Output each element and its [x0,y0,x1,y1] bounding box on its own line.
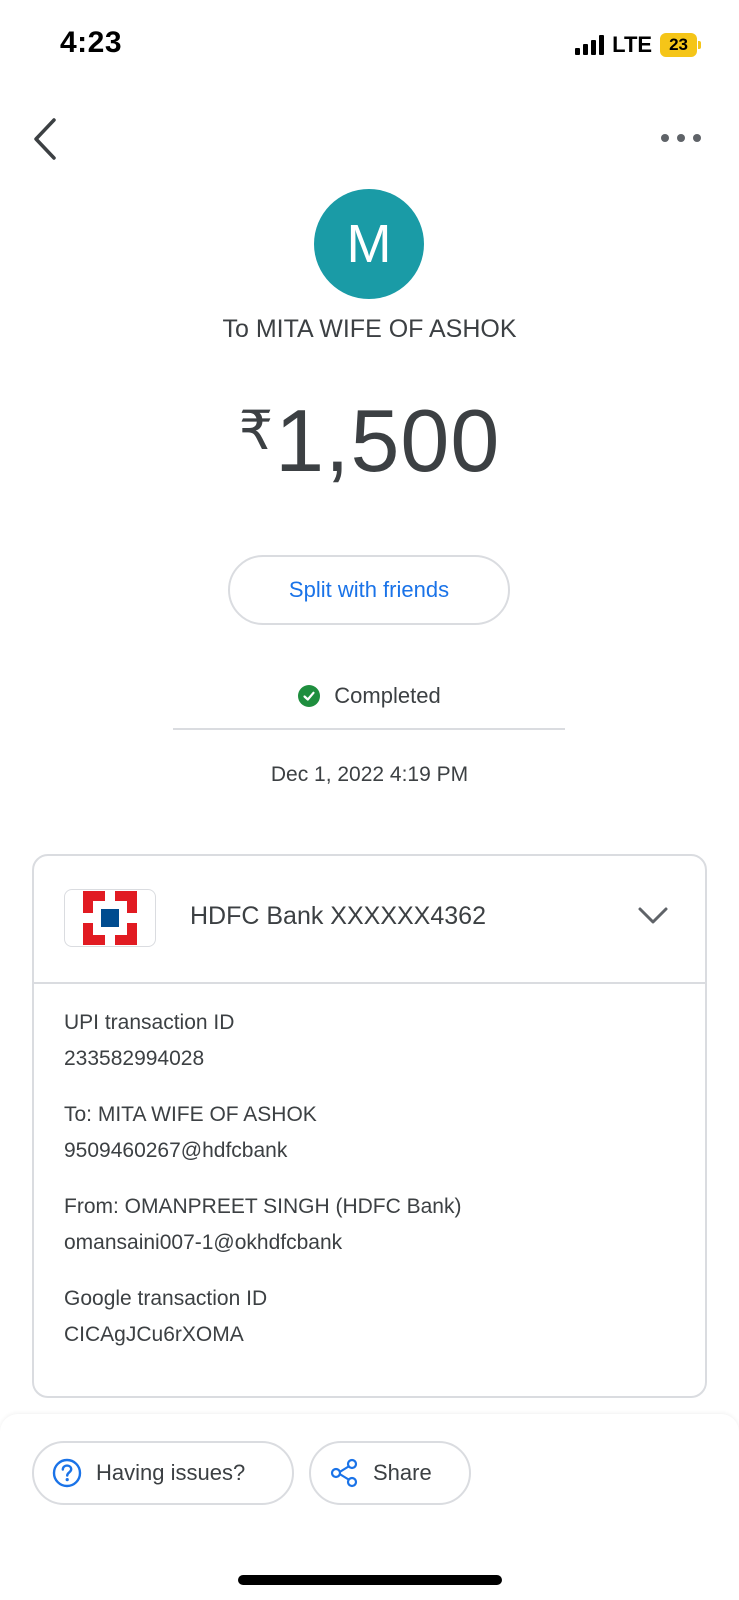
more-horiz-icon [661,134,669,142]
detail-google-id: Google transaction ID CICAgJCu6rXOMA [64,1282,461,1354]
network-type: LTE [612,32,653,57]
hdfc-logo-icon [64,889,156,947]
share-button[interactable]: Share [309,1441,471,1505]
battery-icon: 23 [660,33,701,57]
amount-value: 1,500 [275,391,501,490]
bank-account-row[interactable]: HDFC Bank XXXXXX4362 [34,856,705,984]
more-options-button[interactable] [661,128,701,148]
payment-status: Completed [0,683,739,709]
avatar: M [314,189,424,299]
detail-to: To: MITA WIFE OF ASHOK 9509460267@hdfcba… [64,1098,461,1170]
chevron-down-icon[interactable] [637,906,669,926]
detail-from: From: OMANPREET SINGH (HDFC Bank) omansa… [64,1190,461,1262]
detail-label: Google transaction ID [64,1287,268,1310]
detail-value: 9509460267@hdfcbank [64,1139,288,1162]
detail-label: From: OMANPREET SINGH (HDFC Bank) [64,1195,462,1218]
detail-value: CICAgJCu6rXOMA [64,1323,244,1346]
back-button[interactable] [30,116,60,162]
detail-value: 233582994028 [64,1047,205,1070]
detail-upi-id: UPI transaction ID 233582994028 [64,1006,461,1078]
currency-symbol: ₹ [238,401,274,461]
signal-icon [575,35,605,55]
divider [173,728,565,730]
having-issues-button[interactable]: Having issues? [32,1441,294,1505]
battery-level: 23 [660,33,697,57]
detail-value: omansaini007-1@okhdfcbank [64,1231,343,1254]
detail-label: UPI transaction ID [64,1011,235,1034]
share-icon [330,1458,358,1488]
home-indicator[interactable] [238,1575,502,1585]
detail-label: To: MITA WIFE OF ASHOK [64,1103,317,1126]
check-circle-icon [298,685,321,707]
status-indicators: LTE 23 [575,32,701,58]
share-label: Share [373,1460,432,1485]
amount: ₹1,500 [0,390,739,492]
having-issues-label: Having issues? [96,1460,246,1485]
payee-name: To MITA WIFE OF ASHOK [222,315,517,343]
transaction-details-card: HDFC Bank XXXXXX4362 UPI transaction ID … [32,854,707,1398]
transaction-date: Dec 1, 2022 4:19 PM [270,763,469,786]
chevron-left-icon [34,118,56,160]
status-text: Completed [334,683,441,708]
help-circle-icon [52,1458,82,1488]
status-time: 4:23 [60,26,123,59]
split-with-friends-button[interactable]: Split with friends [228,555,510,625]
bank-account-name: HDFC Bank XXXXXX4362 [190,902,486,930]
details-list: UPI transaction ID 233582994028 To: MITA… [64,1006,461,1374]
